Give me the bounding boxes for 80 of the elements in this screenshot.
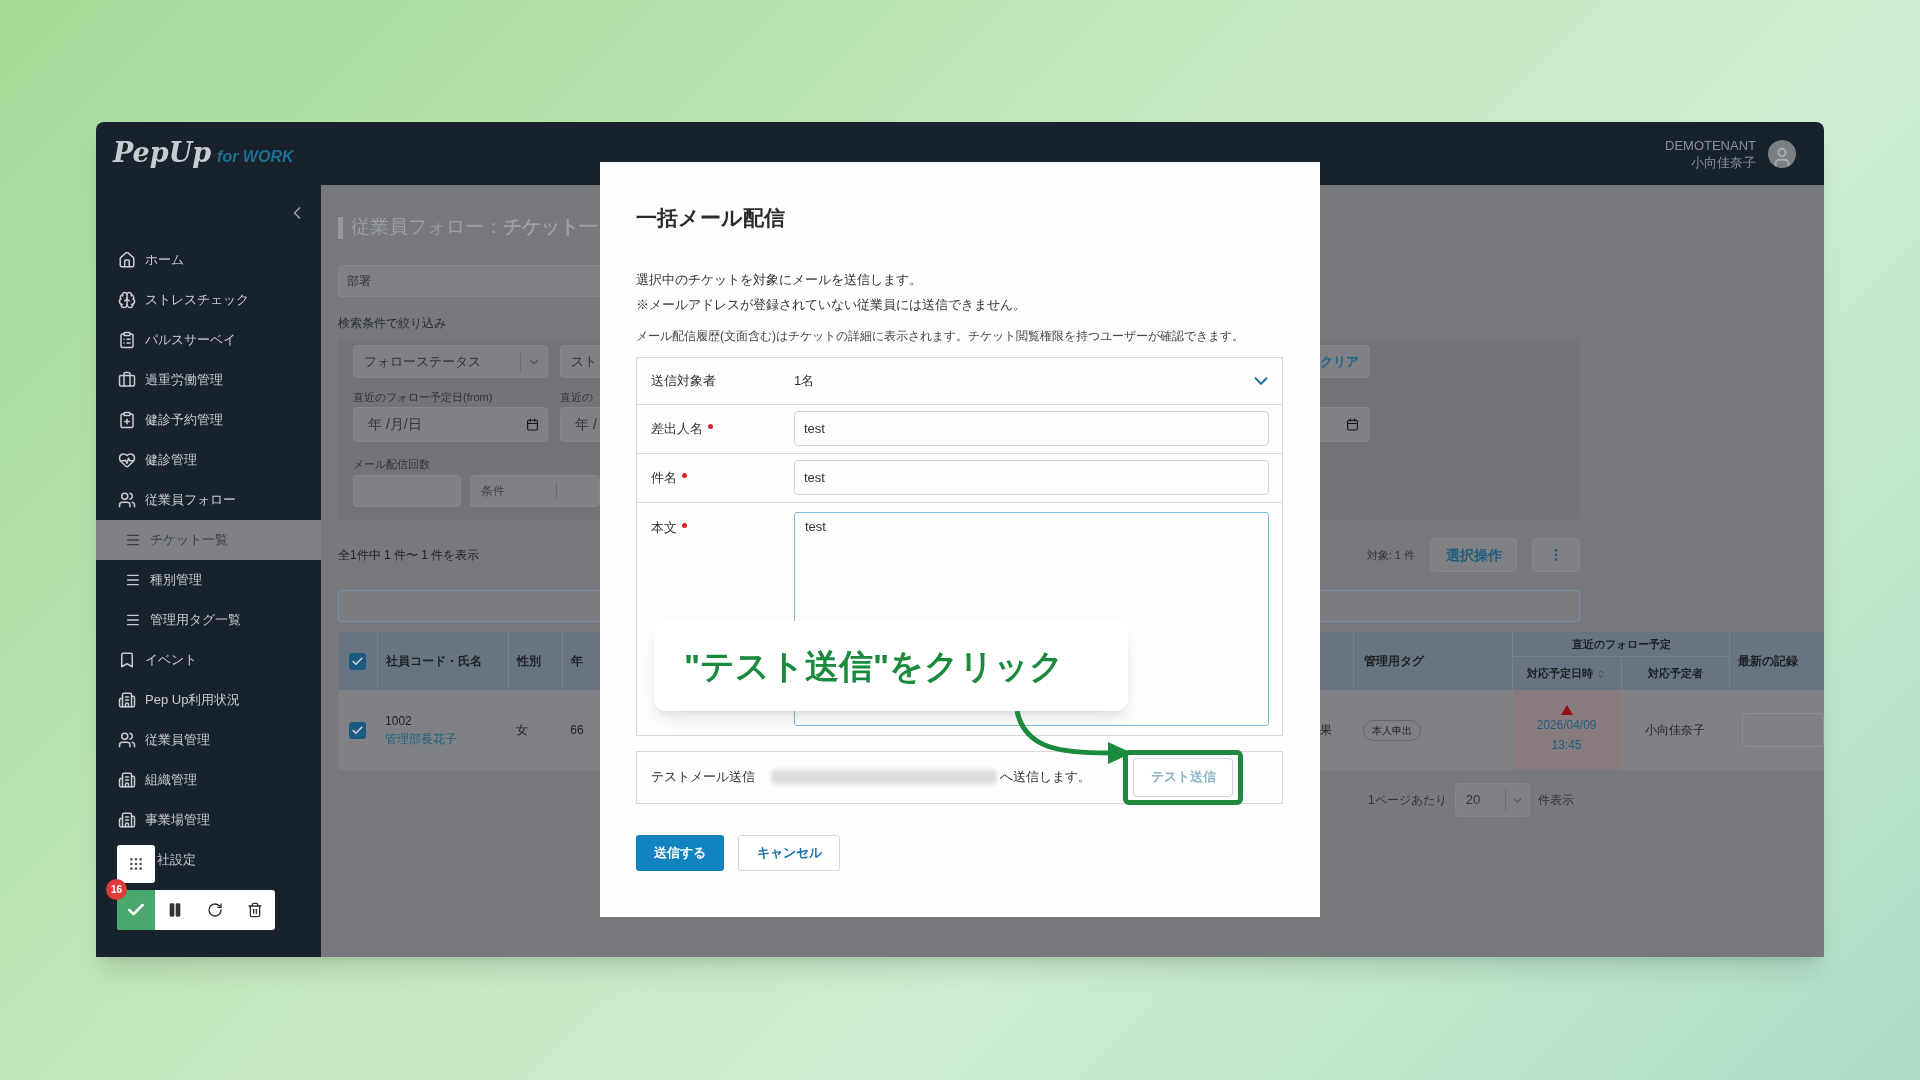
sidebar-item[interactable]: 過重労働管理 <box>96 360 321 400</box>
table-cell-text: 小向佳奈子 <box>1644 722 1705 739</box>
column-header: 対応予定日時 <box>1527 666 1594 682</box>
warning-icon <box>1560 705 1573 715</box>
bookmark-icon <box>118 651 136 669</box>
result-count: 全1件中 1 件〜 1 件を表示 <box>338 547 480 564</box>
calendar-icon <box>526 418 539 431</box>
sidebar-item[interactable]: 社設定 <box>96 840 321 880</box>
sidebar-item[interactable]: ストレスチェック <box>96 280 321 320</box>
calendar-icon <box>1346 418 1359 431</box>
field-label: 件名 <box>637 467 794 488</box>
text-field[interactable] <box>338 590 600 622</box>
avatar-icon[interactable] <box>1768 139 1796 168</box>
pause-icon <box>167 902 183 918</box>
home-icon <box>118 251 136 269</box>
checkbox[interactable] <box>349 652 366 670</box>
sidebar-item[interactable]: 従業員管理 <box>96 720 321 760</box>
sidebar-item[interactable]: 管理用タグ一覧 <box>96 600 321 640</box>
grid-icon <box>128 856 144 872</box>
sidebar-item[interactable]: 健診管理 <box>96 440 321 480</box>
table-cell-text: 果 <box>1320 722 1332 739</box>
per-page-label: 1ページあたり <box>1368 792 1447 809</box>
sidebar-item[interactable]: イベント <box>96 640 321 680</box>
building-icon <box>118 691 136 709</box>
logo: PepUp for WORK <box>113 136 294 171</box>
table-cell-text: 66 <box>569 722 585 739</box>
filter-label: 検索条件で絞り込み <box>338 315 446 332</box>
sidebar-item[interactable]: 健診予約管理 <box>96 400 321 440</box>
field-label: 差出人名 <box>637 418 794 439</box>
user-name: 小向佳奈子 <box>1691 153 1756 171</box>
sidebar-item[interactable]: 従業員フォロー <box>96 480 321 520</box>
check-icon <box>351 723 364 737</box>
description-text: 選択中のチケットを対象にメールを送信します。 <box>636 270 923 289</box>
text-field[interactable]: test <box>794 460 1269 495</box>
clipboard-icon <box>118 411 136 429</box>
column-group-header: 直近のフォロー予定 <box>1513 632 1729 657</box>
sidebar-item[interactable]: ホーム <box>96 240 321 280</box>
checkbox[interactable] <box>349 721 366 739</box>
building-icon <box>118 811 136 829</box>
head-icon <box>118 291 136 309</box>
field-label: テストメール送信 <box>650 768 756 787</box>
clipboard-icon <box>118 331 136 349</box>
field-label: 送信対象者 <box>650 371 717 390</box>
text-field[interactable]: test <box>794 411 1269 446</box>
table-cell-text: 女 <box>514 722 529 739</box>
test-suffix: へ送信します。 <box>1000 768 1091 787</box>
text-field[interactable] <box>1320 590 1580 622</box>
field-label: 本文 <box>637 511 794 537</box>
sidebar-item[interactable]: 種別管理 <box>96 560 321 600</box>
grid-button[interactable] <box>117 845 155 883</box>
trash-icon <box>247 902 263 918</box>
check-icon <box>351 654 364 668</box>
per-page-suffix: 件表示 <box>1537 792 1574 809</box>
sidebar-item[interactable]: 事業場管理 <box>96 800 321 840</box>
employee-code: 1002 <box>385 713 413 730</box>
sidebar-item[interactable]: パルスサーベイ <box>96 320 321 360</box>
sidebar-item[interactable]: Pep Up利用状況 <box>96 680 321 720</box>
date-label: 直近の <box>560 389 594 405</box>
tenant-name: DEMOTENANT <box>1665 136 1756 154</box>
target-count: 対象: 1 件 <box>1366 547 1415 563</box>
date-field[interactable] <box>1320 407 1370 442</box>
list-icon <box>125 572 141 588</box>
text-field[interactable] <box>1742 713 1824 747</box>
cancel-button[interactable]: キャンセル <box>738 834 840 871</box>
list-icon <box>125 612 141 628</box>
heart-icon <box>118 451 136 469</box>
title-accent-bar <box>338 216 343 239</box>
send-button[interactable]: 送信する <box>636 834 724 871</box>
refresh-icon <box>207 902 223 918</box>
callout-tooltip: "テスト送信"をクリック <box>654 621 1128 711</box>
people-icon <box>118 731 136 749</box>
sidebar-item[interactable]: 組織管理 <box>96 760 321 800</box>
people-icon <box>118 491 136 509</box>
list-icon <box>125 532 141 548</box>
recipients-select[interactable]: 1名 <box>794 369 1282 392</box>
description-text: ※メールアドレスが登録されていない従業員には送信できません。 <box>636 296 1027 314</box>
building-icon <box>118 771 136 789</box>
briefcase-icon <box>118 371 136 389</box>
note-text: メール配信履歴(文面含む)はチケットの詳細に表示されます。チケット閲覧権限を持つユーザーが確認できます。 <box>636 327 1245 345</box>
modal-title: 一括メール配信 <box>636 205 786 231</box>
